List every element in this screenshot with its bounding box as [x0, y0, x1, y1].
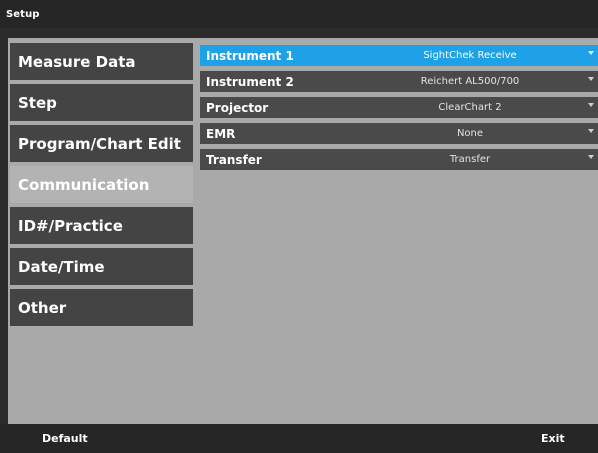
emr-select[interactable]: EMR None — [200, 123, 598, 144]
setting-label: Transfer — [206, 152, 262, 167]
default-button[interactable]: Default — [42, 424, 88, 453]
sidebar-item-label: Other — [18, 298, 67, 317]
sidebar-item-label: ID#/Practice — [18, 216, 123, 235]
chevron-down-icon — [588, 155, 594, 159]
sidebar-item-label: Date/Time — [18, 257, 105, 276]
instrument-2-select[interactable]: Instrument 2 Reichert AL500/700 — [200, 71, 598, 92]
sidebar-item-other[interactable]: Other — [10, 289, 193, 326]
chevron-down-icon — [588, 129, 594, 133]
sidebar-item-id-practice[interactable]: ID#/Practice — [10, 207, 193, 244]
instrument-1-select[interactable]: Instrument 1 SightChek Receive — [200, 45, 598, 66]
setting-value: Reichert AL500/700 — [420, 76, 520, 87]
footer-bar: Default Exit — [0, 424, 598, 453]
setting-label: Projector — [206, 100, 269, 115]
communication-settings: Instrument 1 SightChek Receive Instrumen… — [200, 45, 598, 175]
title-bar: Setup — [0, 0, 598, 28]
setting-label: Instrument 1 — [206, 48, 294, 63]
setting-value: Transfer — [449, 154, 491, 165]
sidebar-item-date-time[interactable]: Date/Time — [10, 248, 193, 285]
exit-button[interactable]: Exit — [541, 424, 565, 453]
setting-label: EMR — [206, 126, 236, 141]
setup-window: Setup Measure Data Step Program/Chart Ed… — [0, 0, 598, 453]
setting-value: ClearChart 2 — [438, 102, 502, 113]
sidebar-item-communication[interactable]: Communication — [10, 166, 193, 203]
sidebar-item-label: Program/Chart Edit — [18, 134, 181, 153]
sidebar-item-label: Step — [18, 93, 57, 112]
transfer-select[interactable]: Transfer Transfer — [200, 149, 598, 170]
setting-value: None — [456, 128, 484, 139]
chevron-down-icon — [588, 51, 594, 55]
chevron-down-icon — [588, 103, 594, 107]
sidebar-item-program-chart-edit[interactable]: Program/Chart Edit — [10, 125, 193, 162]
sidebar-item-label: Measure Data — [18, 52, 136, 71]
sidebar-item-measure-data[interactable]: Measure Data — [10, 43, 193, 80]
window-title: Setup — [6, 8, 40, 20]
sidebar: Measure Data Step Program/Chart Edit Com… — [10, 43, 193, 330]
chevron-down-icon — [588, 77, 594, 81]
setting-value: SightChek Receive — [423, 50, 517, 61]
setting-label: Instrument 2 — [206, 74, 294, 89]
projector-select[interactable]: Projector ClearChart 2 — [200, 97, 598, 118]
sidebar-item-step[interactable]: Step — [10, 84, 193, 121]
sidebar-item-label: Communication — [18, 175, 150, 194]
